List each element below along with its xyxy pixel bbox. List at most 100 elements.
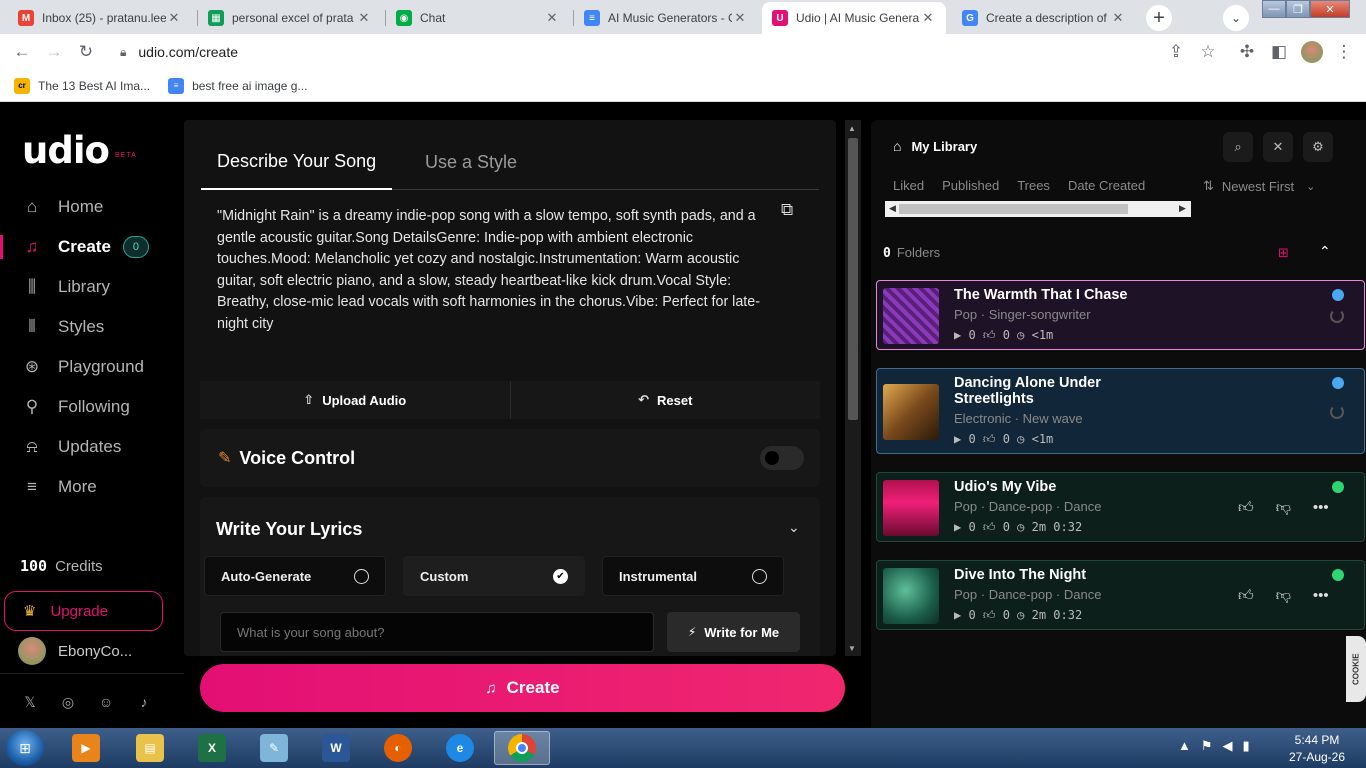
filter-liked[interactable]: Liked (885, 178, 932, 193)
tab-search-button[interactable]: ⌄ (1223, 5, 1249, 31)
bookmark-item[interactable]: cr The 13 Best AI Ima... (14, 77, 150, 94)
scroll-down-icon[interactable]: ▼ (848, 644, 856, 653)
song-tag[interactable]: Electronic (954, 411, 1011, 426)
song-tag[interactable]: Pop (954, 587, 977, 602)
thumbs-down-icon[interactable]: 👎︎ (1276, 587, 1291, 605)
excel-app[interactable]: X (184, 731, 240, 765)
browser-tab[interactable]: ≡ AI Music Generators - G ✕ (574, 2, 758, 34)
file-explorer-app[interactable]: ▤ (122, 731, 178, 765)
gear-icon[interactable]: ⚙ (1303, 132, 1333, 162)
song-card[interactable]: Udio's My Vibe Pop · Dance-pop · Dance ▶ 0… (876, 472, 1365, 542)
close-icon[interactable]: ✕ (356, 10, 372, 26)
close-icon[interactable]: ✕ (732, 10, 748, 26)
create-panel-scrollbar[interactable]: ▲ ▼ (845, 120, 861, 656)
song-tag[interactable]: Singer-songwriter (989, 307, 1091, 322)
song-title[interactable]: The Warmth That I Chase (954, 287, 1127, 303)
tab-describe-your-song[interactable]: Describe Your Song (201, 134, 393, 190)
browser-tab[interactable]: ◉ Chat ✕ (386, 2, 570, 34)
address-bar[interactable]: 🔒︎ udio.com/create (112, 38, 1160, 66)
side-panel-icon[interactable]: ◧ (1265, 34, 1293, 70)
scroll-up-icon[interactable]: ▲ (848, 124, 856, 133)
close-icon[interactable]: ✕ (1110, 10, 1126, 26)
tiktok-icon[interactable]: ♪ (134, 694, 154, 711)
chevron-up-icon[interactable]: ⌃ (1319, 243, 1331, 260)
discord-icon[interactable]: ☺ (96, 694, 116, 711)
profile-avatar[interactable] (1301, 41, 1323, 63)
scroll-right-icon[interactable]: ▶ (1179, 203, 1186, 214)
sort-dropdown[interactable]: ⇅ Newest First ⌄ (1203, 178, 1315, 194)
tab-use-a-style[interactable]: Use a Style (425, 134, 517, 190)
browser-tab[interactable]: U Udio | AI Music Genera ✕ (762, 2, 946, 34)
song-tag[interactable]: Pop (954, 307, 977, 322)
user-profile[interactable]: EbonyCo... (18, 637, 132, 665)
x-icon[interactable]: 𝕏 (20, 694, 40, 711)
sidebar-item-create[interactable]: ♫ Create 0 (0, 227, 184, 267)
network-icon[interactable]: ⚑ (1201, 738, 1213, 754)
scroll-left-icon[interactable]: ◀ (889, 203, 896, 214)
filter-published[interactable]: Published (934, 178, 1007, 193)
notepad-app[interactable]: ✎ (246, 731, 302, 765)
expand-icon[interactable]: ⧉ (781, 200, 793, 220)
bookmark-star-icon[interactable]: ☆ (1194, 34, 1222, 70)
filter-trees[interactable]: Trees (1009, 178, 1058, 193)
more-icon[interactable]: ••• (1313, 587, 1329, 605)
add-folder-icon[interactable]: ⊞ (1278, 245, 1289, 261)
reload-icon[interactable]: ↻ (72, 34, 100, 70)
song-title[interactable]: Dive Into The Night (954, 567, 1086, 583)
sidebar-item-updates[interactable]: ⍾ Updates (0, 427, 184, 467)
lyrics-option-instrumental[interactable]: Instrumental (602, 556, 784, 596)
song-description[interactable]: "Midnight Rain" is a dreamy indie-pop so… (217, 206, 772, 333)
media-player-app[interactable]: ▶ (58, 731, 114, 765)
tray-expand-icon[interactable]: ▲ (1178, 738, 1191, 754)
share-icon[interactable]: ⇪ (1162, 34, 1190, 70)
word-app[interactable]: W (308, 731, 364, 765)
sidebar-item-home[interactable]: ⌂ Home (0, 187, 184, 227)
filter-date-created[interactable]: Date Created (1060, 178, 1153, 193)
firefox-app[interactable]: ◐ (370, 731, 426, 765)
voice-control-toggle[interactable] (760, 446, 804, 470)
write-for-me-button[interactable]: ⚡︎ Write for Me (667, 612, 800, 652)
search-icon[interactable]: ⌕ (1223, 132, 1253, 162)
song-tag[interactable]: New wave (1023, 411, 1083, 426)
song-tag[interactable]: Dance (1064, 587, 1102, 602)
udio-logo[interactable]: udio (22, 129, 110, 172)
power-icon[interactable]: ▮ (1243, 738, 1250, 754)
start-button[interactable]: ⊞ (6, 730, 44, 766)
filters-scrollbar[interactable]: ◀ ▶ (885, 201, 1191, 217)
more-icon[interactable]: ••• (1313, 499, 1329, 517)
lyrics-option-custom[interactable]: Custom ✔ (403, 556, 585, 596)
upload-audio-button[interactable]: ⇧ Upload Audio (200, 381, 510, 419)
lock-icon[interactable]: 🔒︎ (120, 45, 126, 60)
scrollbar-thumb[interactable] (899, 204, 1128, 214)
create-button[interactable]: ♫ Create (200, 664, 845, 712)
song-tag[interactable]: Dance-pop (989, 499, 1053, 514)
lyrics-option-auto-generate[interactable]: Auto-Generate (204, 556, 386, 596)
extensions-icon[interactable]: ✣ (1233, 34, 1261, 70)
song-title[interactable]: Dancing Alone Under Streetlights (954, 375, 1164, 407)
sidebar-item-styles[interactable]: ⦀ Styles (0, 307, 184, 347)
chrome-menu-icon[interactable]: ⋮ (1330, 34, 1358, 70)
maximize-button[interactable]: ❐ (1286, 0, 1310, 18)
forward-icon[interactable]: → (40, 34, 68, 70)
bookmark-item[interactable]: ≡ best free ai image g... (168, 77, 307, 94)
upgrade-button[interactable]: ♛ Upgrade (4, 591, 163, 631)
cookie-settings-tab[interactable]: COOKIE (1346, 636, 1366, 702)
browser-tab[interactable]: ▦ personal excel of prata ✕ (198, 2, 382, 34)
chrome-app[interactable] (494, 731, 550, 765)
song-tag[interactable]: Pop (954, 499, 977, 514)
volume-icon[interactable]: ◀︎ (1223, 738, 1233, 754)
minimize-button[interactable]: — (1262, 0, 1286, 18)
ie-app[interactable]: e (432, 731, 488, 765)
thumbs-up-icon[interactable]: 👍︎ (1238, 499, 1254, 517)
browser-tab[interactable]: G Create a description of ✕ (952, 2, 1136, 34)
new-tab-button[interactable]: + (1146, 5, 1172, 31)
song-title[interactable]: Udio's My Vibe (954, 479, 1056, 495)
sidebar-item-following[interactable]: ⚲ Following (0, 387, 184, 427)
song-card[interactable]: Dive Into The Night Pop · Dance-pop · Dan… (876, 560, 1365, 630)
close-icon[interactable]: ✕ (1263, 132, 1293, 162)
song-card[interactable]: Dancing Alone Under Streetlights Electron… (876, 368, 1365, 454)
song-tag[interactable]: Dance (1064, 499, 1102, 514)
close-icon[interactable]: ✕ (166, 10, 182, 26)
sidebar-item-more[interactable]: ≡ More (0, 467, 184, 507)
close-window-button[interactable]: ✕ (1310, 0, 1350, 18)
